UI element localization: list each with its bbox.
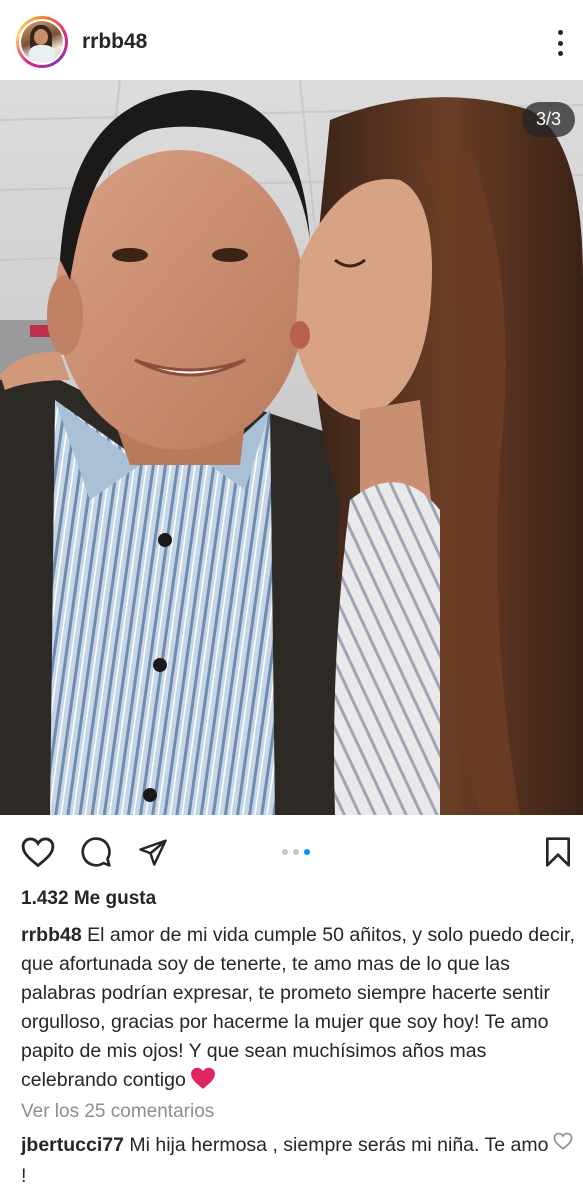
comment-like-heart-icon[interactable]	[553, 1132, 573, 1152]
comment-bubble-icon[interactable]	[78, 834, 114, 870]
action-bar	[0, 822, 583, 882]
post-caption: rrbb48 El amor de mi vida cumple 50 añit…	[21, 921, 577, 1099]
post-header: rrbb48	[0, 0, 583, 80]
carousel-indicator	[282, 849, 310, 855]
bookmark-outline-icon[interactable]	[540, 834, 576, 870]
avatar[interactable]	[16, 16, 68, 68]
paper-plane-icon[interactable]	[135, 834, 171, 870]
caption-text: El amor de mi vida cumple 50 añitos, y s…	[21, 924, 575, 1091]
view-all-comments-link[interactable]: Ver los 25 comentarios	[21, 1101, 214, 1123]
avatar-image	[21, 21, 63, 63]
post-username[interactable]: rrbb48	[82, 30, 147, 54]
red-heart-emoji-icon	[190, 1066, 216, 1099]
image-counter: 3/3	[521, 102, 575, 137]
caption-username[interactable]: rrbb48	[21, 924, 82, 946]
heart-outline-icon[interactable]	[20, 834, 56, 870]
more-options-icon[interactable]	[548, 28, 572, 58]
post-image[interactable]	[0, 80, 583, 815]
comment-username[interactable]: jbertucci77	[21, 1134, 124, 1156]
comment-item: jbertucci77 Mi hija hermosa , siempre se…	[21, 1130, 551, 1192]
likes-count[interactable]: 1.432 Me gusta	[21, 888, 156, 910]
